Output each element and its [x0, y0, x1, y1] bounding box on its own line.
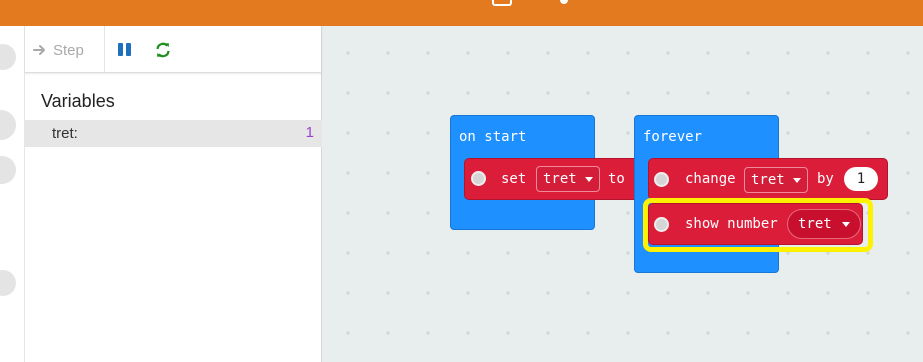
breakpoint-icon[interactable]: [471, 171, 486, 186]
strip-circle: [0, 44, 16, 70]
step-label: Step: [53, 41, 84, 59]
breakpoint-icon[interactable]: [654, 217, 669, 232]
debugger-toolbar: Step: [25, 26, 322, 73]
makecode-logo: [492, 0, 512, 6]
breakpoint-icon[interactable]: [654, 172, 669, 187]
show-number-block[interactable]: show number tret: [648, 203, 863, 245]
variable-row[interactable]: tret: 1: [25, 120, 322, 147]
chevron-down-icon: [792, 177, 801, 183]
set-variable-name: tret: [543, 171, 577, 187]
left-simulator-strip: [0, 26, 25, 362]
forever-label: forever: [643, 129, 703, 145]
chevron-down-icon: [584, 176, 593, 182]
by-value-input[interactable]: 1: [844, 167, 878, 191]
restart-button[interactable]: [153, 40, 173, 60]
debugger-panel: Step Variables tret: 1: [25, 26, 322, 362]
blocks-workspace[interactable]: on start set tret to forever change tret…: [323, 26, 923, 362]
pause-icon-bar: [126, 43, 131, 56]
step-button[interactable]: Step: [33, 38, 84, 62]
variable-value: 1: [305, 124, 314, 141]
pause-icon: [118, 43, 123, 56]
header-title-fragment: [560, 0, 568, 4]
variable-name: tret:: [52, 125, 78, 142]
show-variable-name: tret: [798, 216, 832, 232]
change-variable-block[interactable]: change tret by 1: [648, 158, 888, 200]
set-variable-dropdown[interactable]: tret: [536, 166, 600, 192]
pause-button[interactable]: [117, 42, 133, 58]
by-keyword: by: [817, 171, 834, 187]
to-keyword: to: [608, 171, 625, 187]
top-header-bar: [0, 0, 923, 26]
show-number-label: show number: [685, 216, 778, 232]
change-keyword: change: [685, 171, 736, 187]
arrow-right-icon: [33, 43, 47, 57]
set-keyword: set: [501, 171, 527, 187]
set-variable-block[interactable]: set tret to: [464, 158, 642, 200]
show-variable-reporter[interactable]: tret: [787, 209, 861, 239]
change-variable-dropdown[interactable]: tret: [744, 167, 808, 193]
variables-heading: Variables: [41, 91, 115, 111]
strip-circle: [0, 156, 16, 184]
strip-circle: [0, 110, 16, 140]
toolbar-divider: [104, 26, 105, 72]
change-variable-name: tret: [751, 172, 785, 188]
strip-circle: [0, 270, 16, 296]
on-start-label: on start: [459, 129, 527, 145]
chevron-down-icon: [841, 221, 850, 227]
restart-icon: [156, 42, 170, 58]
